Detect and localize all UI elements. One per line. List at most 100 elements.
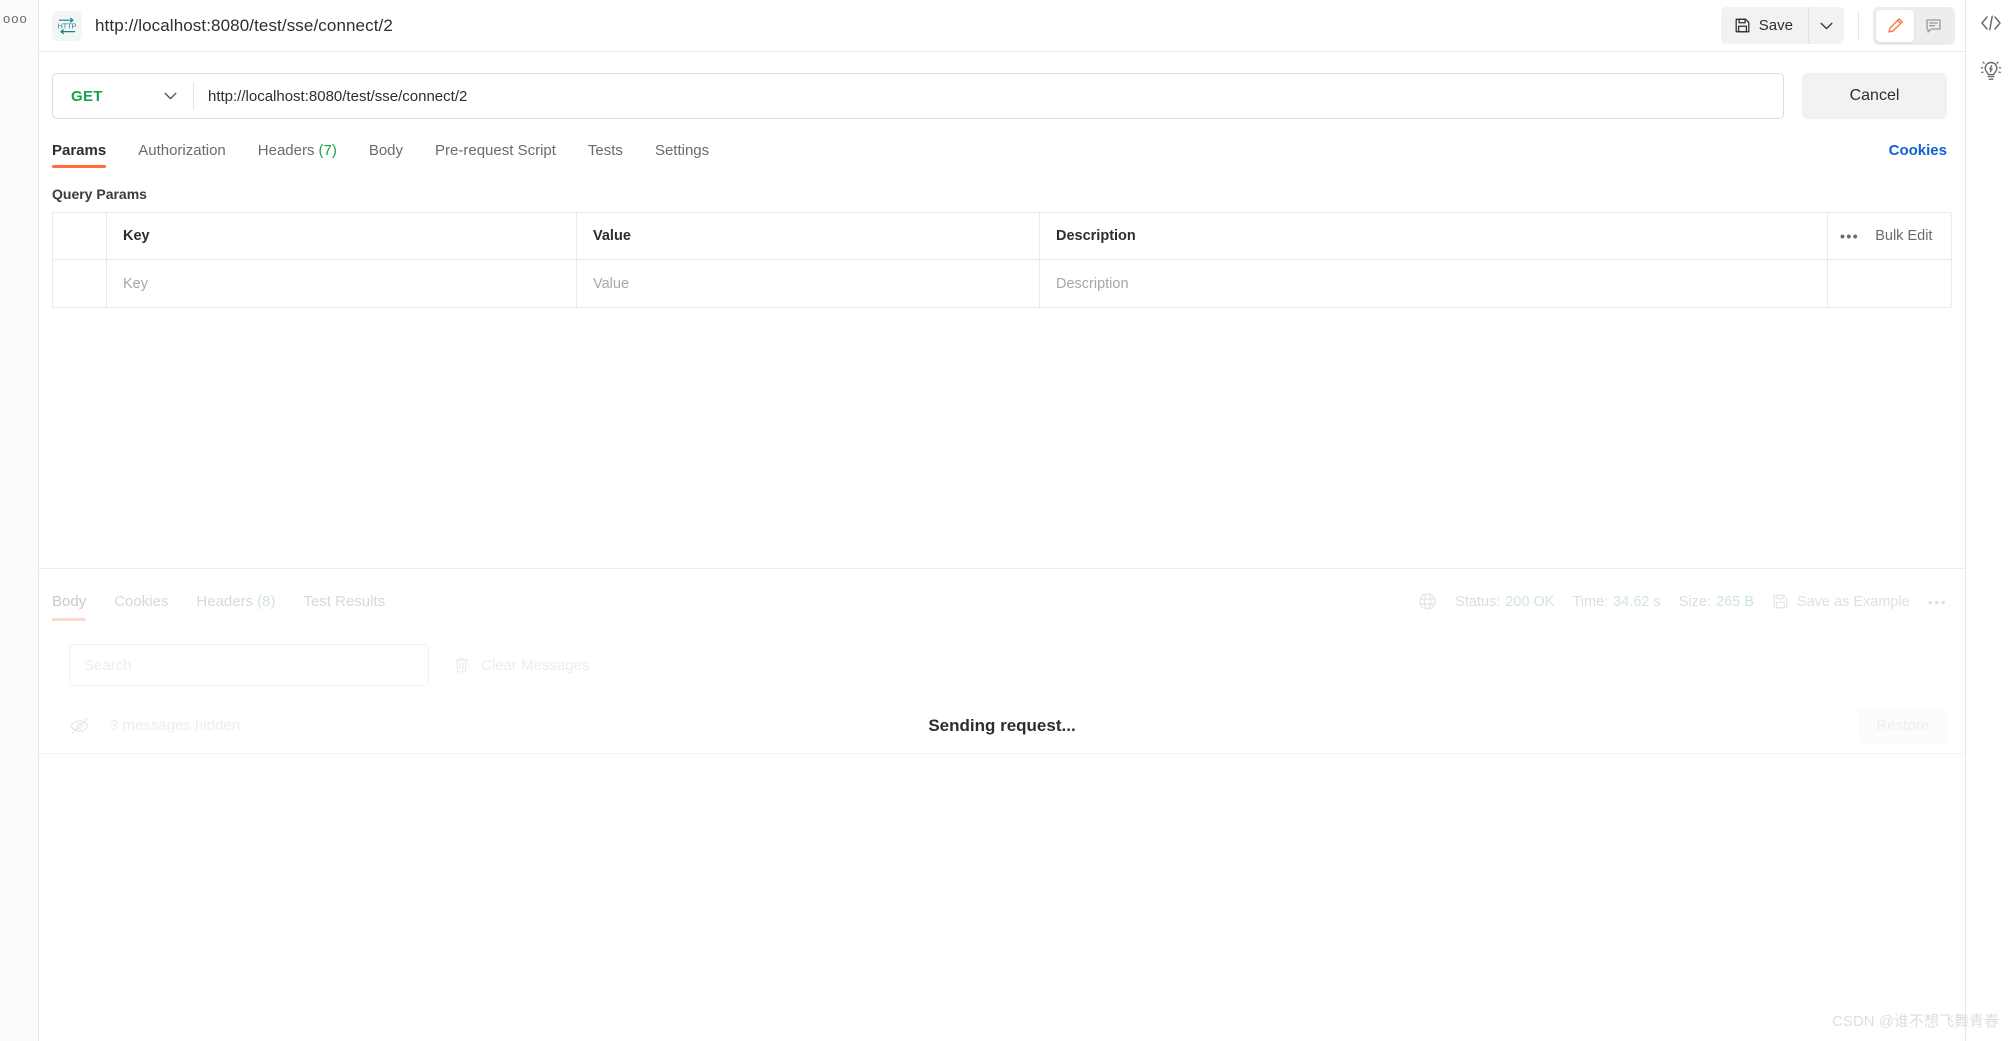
time-label: Time: <box>1572 593 1609 610</box>
lightbulb-icon[interactable] <box>1966 58 2015 84</box>
table-row: Key Value Description <box>53 260 1951 307</box>
chevron-down-icon <box>1820 22 1833 30</box>
tab-authorization-label: Authorization <box>138 142 226 159</box>
size-label: Size: <box>1678 593 1712 610</box>
watermark-text: CSDN @谁不想飞舞青春 <box>1832 1013 1999 1030</box>
save-button[interactable]: Save <box>1720 7 1808 44</box>
url-input[interactable] <box>194 74 1783 118</box>
save-as-example-button[interactable]: Save as Example <box>1772 593 1910 610</box>
time-value: 34.62 s <box>1613 593 1661 610</box>
tab-tests-label: Tests <box>587 142 623 159</box>
http-method-label: GET <box>71 87 103 105</box>
view-mode-toggle <box>1873 6 1955 45</box>
edit-mode-button[interactable] <box>1876 9 1914 42</box>
cookies-link[interactable]: Cookies <box>1889 142 1947 168</box>
tab-settings[interactable]: Settings <box>655 142 709 168</box>
param-description-input[interactable]: Description <box>1040 260 1828 307</box>
sending-request-status: Sending request... <box>928 715 1076 735</box>
restore-button[interactable]: Restore <box>1858 707 1947 744</box>
tab-headers-label: Headers <box>257 142 315 159</box>
clear-messages-button[interactable]: Clear Messages <box>453 656 589 674</box>
bulk-edit-button[interactable]: Bulk Edit <box>1875 228 1932 244</box>
globe-icon <box>1418 592 1437 611</box>
response-tab-headers[interactable]: Headers (8) <box>196 593 275 621</box>
tab-headers-count: (7) <box>318 142 337 159</box>
messages-status-row: 3 messages hidden Sending request... Res… <box>39 698 1965 754</box>
tab-authorization[interactable]: Authorization <box>138 142 226 168</box>
query-params-title: Query Params <box>52 186 147 202</box>
response-tab-body[interactable]: Body <box>52 593 87 621</box>
time-indicator: Time: 34.62 s <box>1572 594 1660 610</box>
svg-text:HTTP: HTTP <box>58 21 77 30</box>
save-options-button[interactable] <box>1808 7 1844 44</box>
tab-pre-request-script[interactable]: Pre-request Script <box>435 142 556 168</box>
save-button-label: Save <box>1758 17 1793 34</box>
search-input[interactable] <box>69 644 429 686</box>
request-title: http://localhost:8080/test/sse/connect/2 <box>95 15 393 35</box>
pencil-icon <box>1887 17 1904 34</box>
response-tab-headers-label: Headers <box>196 593 254 610</box>
size-indicator: Size: 265 B <box>1679 594 1754 610</box>
row-actions <box>1828 260 1951 307</box>
response-tab-cookies[interactable]: Cookies <box>114 593 168 621</box>
left-rail: ooo <box>0 0 39 1041</box>
floppy-disk-icon <box>1734 17 1751 34</box>
comment-icon <box>1925 17 1942 34</box>
toolbar-divider <box>1858 10 1859 41</box>
response-tab-test-results-label: Test Results <box>303 593 386 610</box>
header-checkbox-cell <box>53 213 107 259</box>
tab-headers[interactable]: Headers (7) <box>258 142 337 168</box>
trash-icon <box>453 656 470 674</box>
ellipsis-icon[interactable]: ••• <box>1840 229 1859 243</box>
status-label: Status: <box>1455 593 1501 610</box>
messages-toolbar: Clear Messages <box>39 632 1965 698</box>
tab-pre-request-script-label: Pre-request Script <box>435 142 556 159</box>
response-tab-headers-count: (8) <box>257 593 276 610</box>
request-tabs: Params Authorization Headers (7) Body Pre… <box>39 124 1965 168</box>
cancel-button[interactable]: Cancel <box>1802 73 1947 119</box>
save-as-example-label: Save as Example <box>1796 593 1910 610</box>
floppy-disk-icon <box>1772 593 1789 610</box>
query-params-table: Key Value Description ••• Bulk Edit Key … <box>52 212 1952 308</box>
tab-body-label: Body <box>368 142 404 159</box>
http-method-select[interactable]: GET <box>53 74 193 118</box>
tab-params-label: Params <box>52 142 107 159</box>
table-header-actions: ••• Bulk Edit <box>1828 213 1951 259</box>
response-tab-body-label: Body <box>52 593 87 610</box>
save-button-group: Save <box>1720 7 1844 44</box>
clear-messages-label: Clear Messages <box>481 656 590 674</box>
eye-off-icon <box>69 717 90 735</box>
comment-button[interactable] <box>1914 10 1952 42</box>
main-panel: HTTP http://localhost:8080/test/sse/conn… <box>39 0 1965 1041</box>
right-rail <box>1965 0 2015 1041</box>
url-row: GET Cancel <box>39 52 1965 124</box>
tab-body[interactable]: Body <box>369 142 403 168</box>
table-header-row: Key Value Description ••• Bulk Edit <box>53 213 1951 260</box>
response-meta: Status: 200 OK Time: 34.62 s Size: 265 B… <box>1418 592 1947 621</box>
size-value: 265 B <box>1716 593 1754 610</box>
chevron-down-icon <box>164 92 177 100</box>
status-value: 200 OK <box>1505 593 1555 610</box>
response-tab-cookies-label: Cookies <box>114 593 169 610</box>
row-checkbox-cell[interactable] <box>53 260 107 307</box>
hidden-messages-label: 3 messages hidden <box>110 717 241 734</box>
http-protocol-icon: HTTP <box>52 10 82 41</box>
response-tabs: Body Cookies Headers (8) Test Results Sta… <box>39 569 1965 621</box>
hidden-messages-group[interactable]: 3 messages hidden <box>69 717 240 735</box>
response-more-icon[interactable]: ••• <box>1928 595 1947 609</box>
url-bar: GET <box>52 73 1784 119</box>
column-header-value: Value <box>577 213 1040 259</box>
tab-params[interactable]: Params <box>52 142 107 168</box>
code-brackets-icon[interactable] <box>1966 10 2015 36</box>
sidebar-menu-dots[interactable]: ooo <box>3 12 28 25</box>
column-header-description: Description <box>1040 213 1828 259</box>
param-key-input[interactable]: Key <box>107 260 577 307</box>
topbar-actions: Save <box>1720 0 1965 51</box>
request-topbar: HTTP http://localhost:8080/test/sse/conn… <box>39 0 1965 52</box>
status-indicator: Status: 200 OK <box>1455 594 1554 610</box>
column-header-key: Key <box>107 213 577 259</box>
tab-tests[interactable]: Tests <box>588 142 623 168</box>
param-value-input[interactable]: Value <box>577 260 1040 307</box>
tab-settings-label: Settings <box>654 142 710 159</box>
response-tab-test-results[interactable]: Test Results <box>303 593 385 621</box>
